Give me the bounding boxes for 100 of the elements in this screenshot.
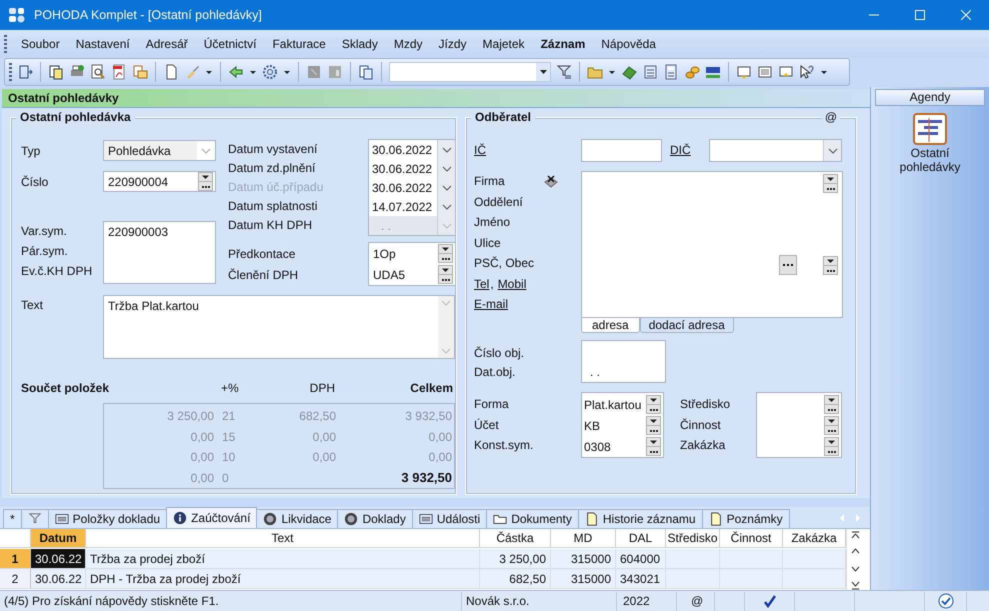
address-tab[interactable]: dodací adresa: [640, 318, 734, 333]
chevron-icon: [201, 148, 211, 154]
tab[interactable]: Poznámky: [702, 509, 790, 528]
column-header: +%: [220, 380, 240, 397]
tab[interactable]: [20, 509, 49, 528]
lookup-button[interactable]: [646, 416, 661, 435]
number-field[interactable]: 220900004: [103, 171, 216, 192]
agenda-header: Ostatní pohledávky: [2, 89, 870, 108]
menu-item[interactable]: Majetek: [474, 36, 533, 50]
lookup-button[interactable]: [823, 174, 838, 193]
row-number[interactable]: 2: [0, 569, 31, 589]
tab[interactable]: Dokumenty: [486, 509, 579, 528]
mail-icon[interactable]: [132, 64, 148, 80]
lookup-button[interactable]: [198, 172, 213, 191]
help-icon[interactable]: [799, 64, 815, 80]
copy-icon[interactable]: [48, 64, 64, 80]
menu-item[interactable]: Nastavení: [68, 36, 138, 50]
menu-item[interactable]: Jízdy: [430, 36, 475, 50]
email-mark[interactable]: @: [677, 592, 715, 610]
menu-item[interactable]: Účetnictví: [196, 36, 264, 50]
menu-item[interactable]: Adresář: [138, 36, 196, 50]
check-icon[interactable]: [762, 594, 776, 608]
tab[interactable]: Historie záznamu: [578, 509, 703, 528]
clipboard-icon[interactable]: [358, 64, 374, 80]
lookup-button[interactable]: [646, 395, 661, 414]
dropdown-button[interactable]: [437, 140, 455, 159]
exit-icon[interactable]: [17, 64, 33, 80]
filter-icon[interactable]: [556, 64, 572, 80]
tab[interactable]: Likvidace: [256, 509, 338, 528]
menu-item[interactable]: Sklady: [334, 36, 386, 50]
lookup-button[interactable]: [824, 416, 839, 435]
tab[interactable]: Zaúčtování: [166, 507, 258, 528]
menu-item[interactable]: Soubor: [13, 36, 68, 50]
row-number[interactable]: 1: [0, 549, 31, 569]
scrollbar[interactable]: [438, 296, 454, 358]
link[interactable]: IČ: [474, 143, 486, 158]
field-label: Ev.č.KH DPH: [21, 263, 94, 280]
symbols-field[interactable]: 220900003: [103, 221, 216, 284]
list-icon[interactable]: [757, 64, 773, 80]
tab[interactable]: Doklady: [337, 509, 413, 528]
order-fields[interactable]: . .: [581, 340, 666, 383]
menu-item[interactable]: Záznam: [532, 36, 594, 50]
column-header[interactable]: DAL: [616, 529, 666, 548]
id-field[interactable]: [581, 139, 662, 162]
arrow-icon[interactable]: [228, 64, 244, 80]
gear-icon[interactable]: [262, 64, 278, 80]
table-cell: 343021: [616, 569, 666, 589]
coins-icon[interactable]: [684, 64, 700, 80]
chevron-icon: [442, 204, 452, 210]
column-header[interactable]: Text: [86, 529, 480, 548]
agenda-item[interactable]: Ostatní pohledávky: [880, 112, 980, 174]
lookup-button[interactable]: [646, 437, 661, 456]
text-area[interactable]: Tržba Plat.kartou: [103, 295, 455, 359]
menu-item[interactable]: Nápověda: [593, 36, 664, 50]
column-header[interactable]: Datum: [31, 529, 86, 548]
link[interactable]: DIČ: [670, 143, 691, 158]
field-label: PSČ, Obec: [474, 255, 534, 272]
preview-icon[interactable]: [90, 64, 106, 80]
tab[interactable]: *: [3, 509, 22, 528]
column-header[interactable]: Středisko: [666, 529, 720, 548]
column-header[interactable]: Činnost: [720, 529, 783, 548]
column-header[interactable]: MD: [551, 529, 616, 548]
link[interactable]: Mobil: [498, 274, 526, 294]
lookup-button[interactable]: [438, 265, 453, 284]
tab[interactable]: Položky dokladu: [48, 509, 168, 528]
lookup-button[interactable]: [823, 256, 838, 274]
field-value: 1Op: [372, 246, 397, 262]
field-label: Forma: [474, 396, 510, 413]
info-icon: [173, 511, 188, 525]
field-label: ,: [490, 276, 494, 292]
ellipsis-button[interactable]: [779, 255, 797, 275]
dropdown-button[interactable]: [823, 140, 841, 161]
lookup-button[interactable]: [824, 395, 839, 414]
table-cell-text: 0,00: [428, 449, 452, 466]
address-tab[interactable]: adresa: [581, 318, 640, 333]
menu-item[interactable]: Fakturace: [264, 36, 334, 50]
payment-fields[interactable]: Plat.kartou KB 0308: [581, 392, 664, 458]
field-label: Členění DPH: [228, 267, 300, 284]
clear-icon[interactable]: [542, 173, 559, 190]
link[interactable]: E-mail: [474, 294, 508, 314]
check-circle-icon[interactable]: [938, 593, 954, 609]
menu-item[interactable]: Mzdy: [386, 36, 431, 50]
type-dropdown[interactable]: Pohledávka: [103, 140, 216, 161]
note-icon[interactable]: [736, 64, 752, 80]
accounting-fields[interactable]: 1Op UDA5: [368, 242, 456, 286]
table-cell: 682,50: [480, 569, 551, 589]
link[interactable]: Tel: [474, 274, 490, 294]
pdf-icon[interactable]: [111, 64, 127, 80]
column-header[interactable]: Částka: [480, 529, 551, 548]
lookup-button[interactable]: [438, 244, 453, 263]
table-cell: 3 250,00: [480, 549, 551, 569]
tab[interactable]: Události: [412, 509, 488, 528]
table-cell-text: 0,00: [312, 449, 336, 466]
table-cell: 315000: [551, 549, 616, 569]
year: 2022: [617, 592, 677, 610]
scroll-arrows-icon: [851, 531, 860, 591]
column-header[interactable]: Zakázka: [783, 529, 846, 548]
email-mark[interactable]: @: [822, 110, 840, 124]
lookup-button[interactable]: [824, 437, 839, 456]
assignment-fields[interactable]: [756, 392, 842, 458]
